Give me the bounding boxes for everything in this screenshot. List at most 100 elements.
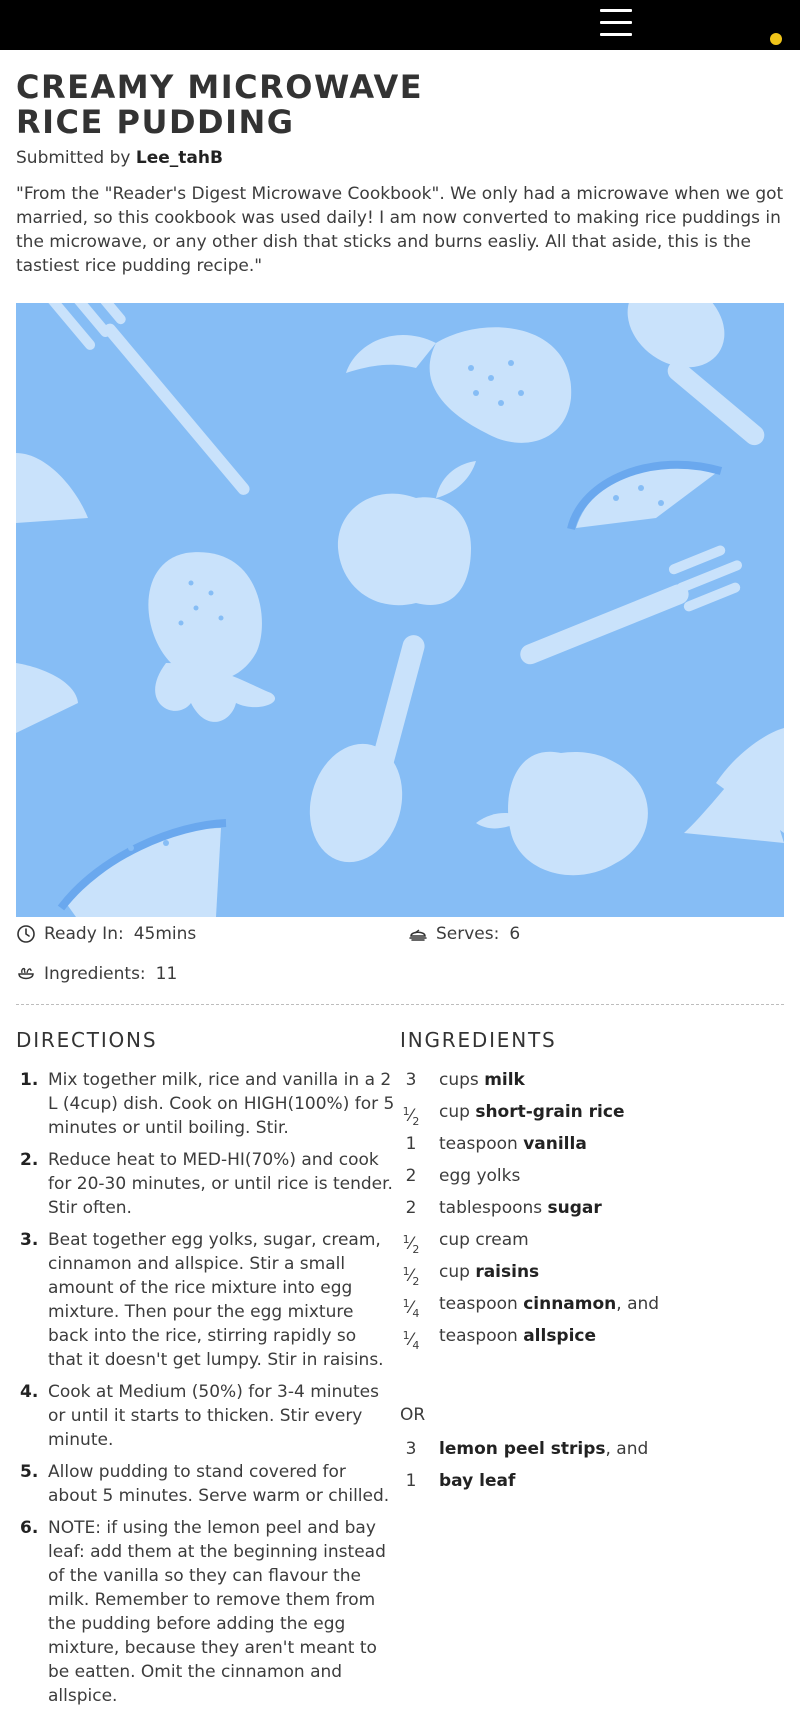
menu-line (600, 33, 632, 36)
step-text: Cook at Medium (50%) for 3-4 minutes or … (48, 1382, 380, 1450)
direction-step: 2. Reduce heat to MED-HI(70%) and cook fo… (16, 1148, 396, 1220)
ingredient-quantity: 1 (405, 1134, 417, 1154)
fraction-denominator: 2 (412, 1115, 420, 1128)
ingredient-item: 1⁄4 teaspoon allspice (400, 1324, 790, 1356)
serving-dish-icon (409, 929, 427, 941)
fraction-numerator: 1 (402, 1265, 410, 1278)
author-link[interactable]: Lee_tahB (136, 148, 223, 168)
ingredient-quantity: 1 (405, 1471, 417, 1491)
ingredient-quantity: 1⁄4 (402, 1329, 420, 1352)
ingredient-quantity: 2 (405, 1166, 417, 1186)
step-text: NOTE: if using the lemon peel and bay le… (48, 1518, 386, 1706)
fraction-numerator: 1 (402, 1233, 410, 1246)
ingredient-item: 2 tablespoons sugar (400, 1196, 790, 1228)
ingredient-item: 1⁄2 cup short-grain rice (400, 1100, 790, 1132)
ingredient-quantity: 3 (405, 1070, 417, 1090)
ready-in-meta: Ready In: 45mins (16, 924, 196, 944)
ingredient-link[interactable]: lemon peel strips (439, 1439, 606, 1459)
ingredient-quantity: 1⁄2 (402, 1233, 420, 1256)
ingredient-item: 1⁄2 cup raisins (400, 1260, 790, 1292)
ingredient-unit: teaspoon (439, 1294, 518, 1314)
ingredients-list: 3 cups milk 1⁄2 cup short-grain rice 1 t… (400, 1068, 790, 1356)
step-number: 4. (20, 1382, 39, 1402)
fraction-denominator: 2 (412, 1243, 420, 1256)
step-number: 3. (20, 1230, 39, 1250)
ingredient-link[interactable]: sugar (548, 1198, 602, 1218)
step-number: 5. (20, 1462, 39, 1482)
ingredient-link[interactable]: cinnamon (523, 1294, 616, 1314)
alternate-ingredients-list: 3 lemon peel strips, and 1 bay leaf (400, 1437, 790, 1501)
ingredients-count-label: Ingredients: (44, 964, 146, 984)
ingredients-count-value: 11 (155, 964, 178, 984)
step-number: 2. (20, 1150, 39, 1170)
direction-step: 4. Cook at Medium (50%) for 3-4 minutes o… (16, 1380, 396, 1452)
submitted-by-label: Submitted by (16, 148, 131, 168)
ingredient-link[interactable]: short-grain rice (475, 1102, 624, 1122)
ingredient-quantity: 1⁄4 (402, 1297, 420, 1320)
ingredients-count-meta: Ingredients: 11 (16, 964, 177, 984)
ingredient-item: 1 teaspoon vanilla (400, 1132, 790, 1164)
clock-icon (17, 925, 35, 943)
food-pattern-illustration (16, 303, 784, 917)
ingredient-link[interactable]: raisins (475, 1262, 539, 1282)
ingredient-link[interactable]: bay leaf (439, 1471, 515, 1491)
step-text: Mix together milk, rice and vanilla in a… (48, 1070, 395, 1138)
ingredient-item: 3 cups milk (400, 1068, 790, 1100)
ingredient-quantity: 3 (405, 1439, 417, 1459)
ingredient-unit: cup (439, 1102, 470, 1122)
fraction-numerator: 1 (402, 1297, 410, 1310)
submitted-by: Submitted by Lee_tahB (16, 148, 223, 168)
notification-dot (770, 33, 782, 45)
ingredient-item: 1⁄4 teaspoon cinnamon, and (400, 1292, 790, 1324)
ready-in-label: Ready In: (44, 924, 124, 944)
step-number: 1. (20, 1070, 39, 1090)
serves-label: Serves: (436, 924, 500, 944)
fraction-denominator: 2 (412, 1275, 420, 1288)
ingredient-unit: teaspoon (439, 1326, 518, 1346)
fraction-denominator: 4 (412, 1339, 420, 1352)
ingredients-heading: INGREDIENTS (400, 1028, 557, 1052)
serves-value: 6 (509, 924, 521, 944)
direction-step: 1. Mix together milk, rice and vanilla in… (16, 1068, 396, 1140)
directions-list: 1. Mix together milk, rice and vanilla in… (16, 1068, 396, 1716)
ingredient-unit: teaspoon (439, 1134, 518, 1154)
ingredient-quantity: 2 (405, 1198, 417, 1218)
ingredient-item: 1 bay leaf (400, 1469, 790, 1501)
hamburger-menu-icon[interactable] (600, 8, 634, 38)
fraction-numerator: 1 (402, 1105, 410, 1118)
ingredient-unit: cup cream (439, 1230, 529, 1250)
direction-step: 5. Allow pudding to stand covered for abo… (16, 1460, 396, 1508)
section-divider (16, 1004, 784, 1005)
step-text: Reduce heat to MED-HI(70%) and cook for … (48, 1150, 393, 1218)
ingredient-suffix: , and (616, 1294, 660, 1314)
recipe-description: "From the "Reader's Digest Microwave Coo… (16, 184, 784, 276)
directions-heading: DIRECTIONS (16, 1028, 158, 1052)
direction-step: 6. NOTE: if using the lemon peel and bay … (16, 1516, 396, 1708)
top-navigation-bar (0, 0, 800, 50)
ingredient-suffix: , and (605, 1439, 649, 1459)
fraction-numerator: 1 (402, 1329, 410, 1342)
ingredient-item: 1⁄2 cup cream (400, 1228, 790, 1260)
ingredient-unit: egg yolks (439, 1166, 521, 1186)
step-number: 6. (20, 1518, 39, 1538)
or-separator: OR (400, 1405, 426, 1425)
direction-step: 3. Beat together egg yolks, sugar, cream,… (16, 1228, 396, 1372)
menu-line (600, 9, 632, 12)
ingredients-bowl-icon (18, 967, 34, 980)
ready-in-value: 45mins (133, 924, 197, 944)
recipe-title: CREAMY MICROWAVE RICE PUDDING (16, 68, 424, 141)
serves-meta: Serves: 6 (408, 924, 520, 944)
step-text: Allow pudding to stand covered for about… (48, 1462, 390, 1506)
step-text: Beat together egg yolks, sugar, cream, c… (48, 1230, 384, 1370)
ingredient-link[interactable]: vanilla (523, 1134, 587, 1154)
ingredient-item: 2 egg yolks (400, 1164, 790, 1196)
ingredient-unit: cups (439, 1070, 479, 1090)
ingredient-item: 3 lemon peel strips, and (400, 1437, 790, 1469)
fraction-denominator: 4 (412, 1307, 420, 1320)
ingredient-link[interactable]: allspice (523, 1326, 596, 1346)
recipe-hero-image (16, 303, 784, 917)
menu-line (600, 21, 632, 24)
ingredient-unit: tablespoons (439, 1198, 543, 1218)
ingredient-link[interactable]: milk (484, 1070, 525, 1090)
ingredient-quantity: 1⁄2 (402, 1265, 420, 1288)
